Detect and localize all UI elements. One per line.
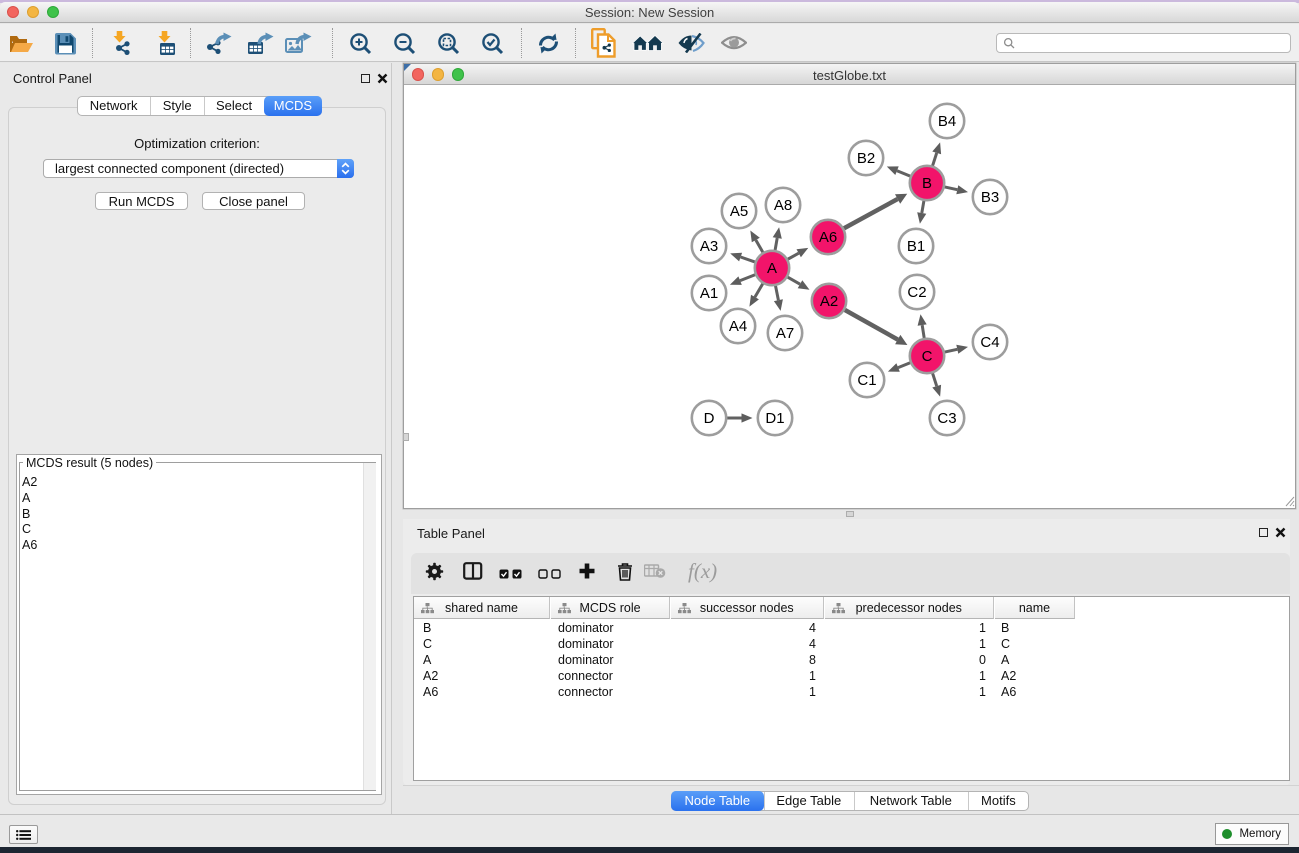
svg-text:C1: C1 xyxy=(857,372,876,389)
svg-text:A1: A1 xyxy=(700,285,718,302)
svg-text:A3: A3 xyxy=(700,238,718,255)
svg-text:D1: D1 xyxy=(765,410,784,427)
svg-text:B1: B1 xyxy=(907,238,925,255)
svg-text:A5: A5 xyxy=(730,203,748,220)
svg-text:A: A xyxy=(767,260,777,277)
svg-text:C4: C4 xyxy=(980,334,999,351)
svg-text:B3: B3 xyxy=(981,189,999,206)
svg-text:A6: A6 xyxy=(819,229,837,246)
svg-text:B2: B2 xyxy=(857,150,875,167)
svg-text:A7: A7 xyxy=(776,325,794,342)
svg-text:C3: C3 xyxy=(937,410,956,427)
svg-text:A4: A4 xyxy=(729,318,747,335)
svg-text:A2: A2 xyxy=(820,293,838,310)
svg-text:D: D xyxy=(704,410,715,427)
svg-text:C2: C2 xyxy=(907,284,926,301)
svg-text:C: C xyxy=(922,348,933,365)
svg-text:B: B xyxy=(922,175,932,192)
svg-text:B4: B4 xyxy=(938,113,956,130)
svg-text:A8: A8 xyxy=(774,197,792,214)
